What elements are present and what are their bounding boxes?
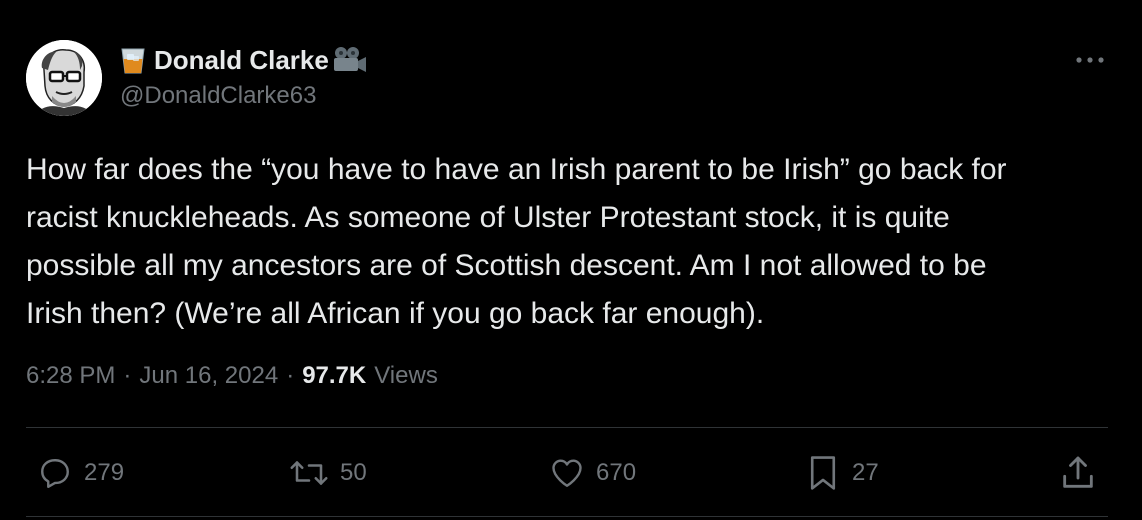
author-handle[interactable]: @DonaldClarke63: [120, 82, 316, 110]
action-bar: 279 50 670 27: [0, 448, 1142, 498]
ellipsis-icon: [1076, 57, 1104, 63]
share-button[interactable]: [1058, 448, 1098, 498]
author-display-name[interactable]: Donald Clarke: [154, 45, 329, 76]
tweet-meta: 6:28 PM · Jun 16, 2024 · 97.7K Views: [26, 362, 438, 390]
heart-icon: [552, 459, 582, 487]
repost-button[interactable]: 50: [288, 448, 367, 498]
views-label: Views: [374, 362, 438, 389]
avatar-portrait-icon: [26, 40, 102, 116]
bookmark-icon: [810, 456, 836, 490]
avatar[interactable]: [26, 40, 102, 116]
meta-separator: ·: [123, 362, 132, 389]
repost-icon: [290, 461, 328, 485]
more-options-button[interactable]: [1070, 46, 1110, 74]
like-count: 670: [596, 459, 637, 486]
tweet-time[interactable]: 6:28 PM: [26, 362, 115, 390]
tumbler-glass-icon: [120, 45, 146, 75]
movie-camera-icon: [331, 45, 367, 75]
share-icon: [1063, 456, 1093, 488]
like-button[interactable]: 670: [548, 448, 636, 498]
tweet-date[interactable]: Jun 16, 2024: [139, 362, 278, 390]
tweet-card: Donald Clarke @DonaldClarke63 How far do…: [0, 0, 1142, 520]
reply-button[interactable]: 279: [36, 448, 124, 498]
bookmark-button[interactable]: 27: [804, 448, 879, 498]
reply-count: 279: [84, 459, 125, 486]
bookmark-count: 27: [852, 459, 879, 486]
reply-icon: [41, 459, 69, 488]
divider: [26, 427, 1108, 428]
meta-separator: ·: [286, 362, 295, 389]
bottom-divider: [26, 516, 1108, 517]
views-count[interactable]: 97.7K: [302, 362, 366, 390]
author-name-row[interactable]: Donald Clarke: [120, 42, 367, 78]
repost-count: 50: [340, 459, 367, 486]
tweet-text: How far does the “you have to have an Ir…: [26, 153, 1007, 330]
